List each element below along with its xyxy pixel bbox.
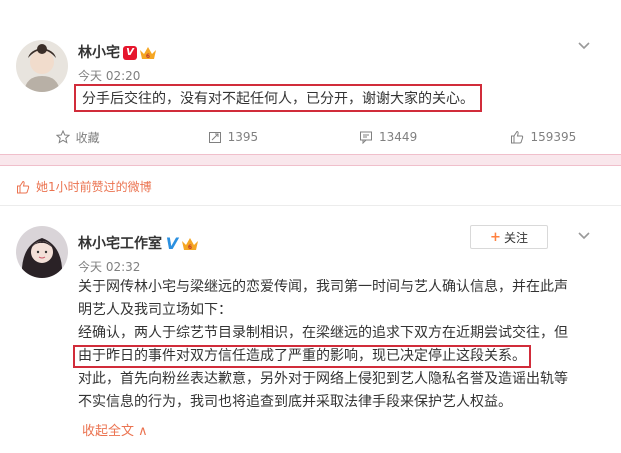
- plus-icon: +: [490, 229, 501, 245]
- svg-text:6: 6: [146, 53, 150, 60]
- repost-icon: [208, 132, 221, 143]
- post-time: 今天 02:32: [78, 260, 141, 274]
- star-icon: [55, 130, 70, 144]
- like-icon: [17, 180, 30, 193]
- post-time: 今天 02:20: [78, 69, 141, 83]
- follow-label: 关注: [503, 230, 528, 245]
- like-button[interactable]: 159395: [466, 120, 621, 154]
- avatar-image: [16, 226, 68, 278]
- favorite-label: 收藏: [75, 130, 100, 145]
- like-count: 159395: [530, 130, 577, 144]
- favorite-button[interactable]: 收藏: [0, 120, 155, 154]
- action-bar: 收藏 1395 13449 159395: [0, 120, 621, 154]
- username-text[interactable]: 林小宅: [78, 45, 120, 61]
- post-body: 关于网传林小宅与梁继远的恋爱传闻，我司第一时间与艺人确认信息，并在此声 明艺人及…: [73, 276, 598, 414]
- like-icon: [511, 130, 524, 144]
- avatar[interactable]: [16, 226, 68, 278]
- chevron-down-icon[interactable]: [577, 38, 591, 52]
- follow-button[interactable]: + 关注: [470, 225, 548, 249]
- vip-crown-icon: 6: [182, 238, 198, 251]
- svg-text:6: 6: [188, 244, 192, 251]
- chevron-down-icon[interactable]: [577, 228, 591, 242]
- collapse-text-link[interactable]: 收起全文 ∧: [82, 420, 148, 439]
- post-line: 明艺人及我司立场如下：: [78, 302, 232, 318]
- comment-icon: [360, 131, 373, 144]
- comment-button[interactable]: 13449: [311, 120, 466, 154]
- post-line-highlighted: 由于昨日的事件对双方信任造成了严重的影响，现已决定停止这段关系。: [73, 345, 531, 368]
- post-line: 关于网传林小宅与梁继远的恋爱传闻，我司第一时间与艺人确认信息，并在此声: [78, 279, 568, 295]
- repost-button[interactable]: 1395: [155, 120, 310, 154]
- avatar[interactable]: [16, 40, 68, 92]
- username[interactable]: 林小宅 V 6: [78, 42, 157, 62]
- post-text-highlighted: 分手后交往的，没有对不起任何人，已分开，谢谢大家的关心。: [74, 84, 482, 112]
- section-separator: [0, 154, 621, 166]
- repost-count: 1395: [227, 130, 259, 144]
- liked-notice-text: 她1小时前赞过的微博: [36, 180, 152, 194]
- username[interactable]: 林小宅工作室 V 6: [78, 233, 199, 253]
- username-text[interactable]: 林小宅工作室: [78, 236, 162, 252]
- avatar-image: [16, 40, 68, 92]
- post-line: 经确认，两人于综艺节目录制相识，在梁继远的追求下双方在近期尝试交往，但: [78, 325, 568, 341]
- vip-crown-icon: 6: [140, 47, 156, 60]
- liked-notice: 她1小时前赞过的微博: [16, 178, 152, 195]
- weibo-post-1: 林小宅 V 6 今天 02:20 分手后交往的，没有对不起任何人，已分开，谢谢大家的…: [0, 0, 621, 160]
- post-line: 对此，首先向粉丝表达歉意，另外对于网络上侵犯到艺人隐私名誉及造谣出轨等: [78, 371, 568, 387]
- verified-v-icon: V: [165, 234, 179, 253]
- divider: [0, 205, 621, 206]
- comment-count: 13449: [379, 130, 418, 144]
- post-line: 不实信息的行为，我司也将追查到底并采取法律手段来保护艺人权益。: [78, 394, 512, 410]
- verified-v-icon: V: [123, 46, 137, 60]
- post-line-wrapper: 由于昨日的事件对双方信任造成了严重的影响，现已决定停止这段关系。: [73, 345, 598, 368]
